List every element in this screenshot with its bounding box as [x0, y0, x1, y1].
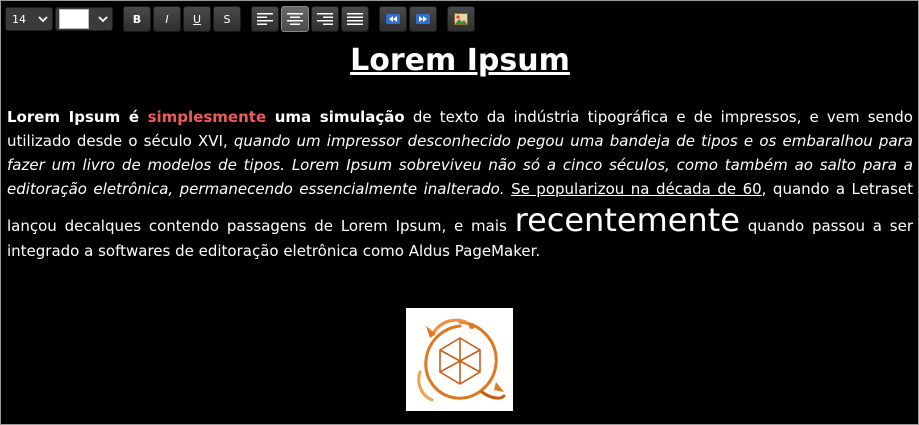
page-title: Lorem Ipsum [350, 43, 570, 78]
insert-buttons [447, 5, 475, 33]
align-right-button[interactable] [311, 6, 339, 32]
color-picker[interactable] [55, 7, 113, 31]
bold-button[interactable]: B [123, 6, 151, 32]
format-buttons: B I U S [123, 5, 241, 33]
highlighted-text: simplesmente [147, 108, 267, 126]
outdent-button[interactable] [379, 6, 407, 32]
underlined-text: Se popularizou na década de 60 [511, 180, 762, 198]
editor-frame: 14 B I U S Lorem Ipsum Lorem Ipsum é sim… [0, 0, 919, 425]
dragon-dice-logo-icon [416, 318, 505, 401]
large-text: recentemente [514, 201, 740, 239]
chevron-down-icon [98, 14, 108, 24]
italic-button[interactable]: I [153, 6, 181, 32]
image-icon [454, 13, 468, 25]
fast-forward-icon [416, 14, 430, 24]
align-center-icon [287, 13, 303, 25]
indent-button[interactable] [409, 6, 437, 32]
insert-image-button[interactable] [447, 6, 475, 32]
align-center-button[interactable] [281, 6, 309, 32]
align-justify-icon [347, 13, 363, 25]
bold-text-2: uma simulação [266, 108, 405, 126]
rewind-icon [386, 14, 400, 24]
indent-buttons [379, 5, 437, 33]
editor-content[interactable]: Lorem Ipsum Lorem Ipsum é simplesmente u… [5, 35, 915, 421]
body-paragraph: Lorem Ipsum é simplesmente uma simulação… [7, 105, 913, 263]
editor-toolbar: 14 B I U S [5, 5, 475, 33]
align-buttons [251, 5, 369, 33]
align-left-icon [257, 13, 273, 25]
font-size-value: 14 [12, 12, 26, 26]
underline-button[interactable]: U [183, 6, 211, 32]
align-left-button[interactable] [251, 6, 279, 32]
font-controls: 14 [5, 5, 113, 33]
strikethrough-button[interactable]: S [213, 6, 241, 32]
align-justify-button[interactable] [341, 6, 369, 32]
color-swatch [59, 9, 89, 29]
inserted-image[interactable] [406, 308, 513, 411]
font-size-select[interactable]: 14 [5, 7, 53, 31]
chevron-down-icon [38, 14, 48, 24]
align-right-icon [317, 13, 333, 25]
bold-text: Lorem Ipsum é [7, 108, 148, 126]
